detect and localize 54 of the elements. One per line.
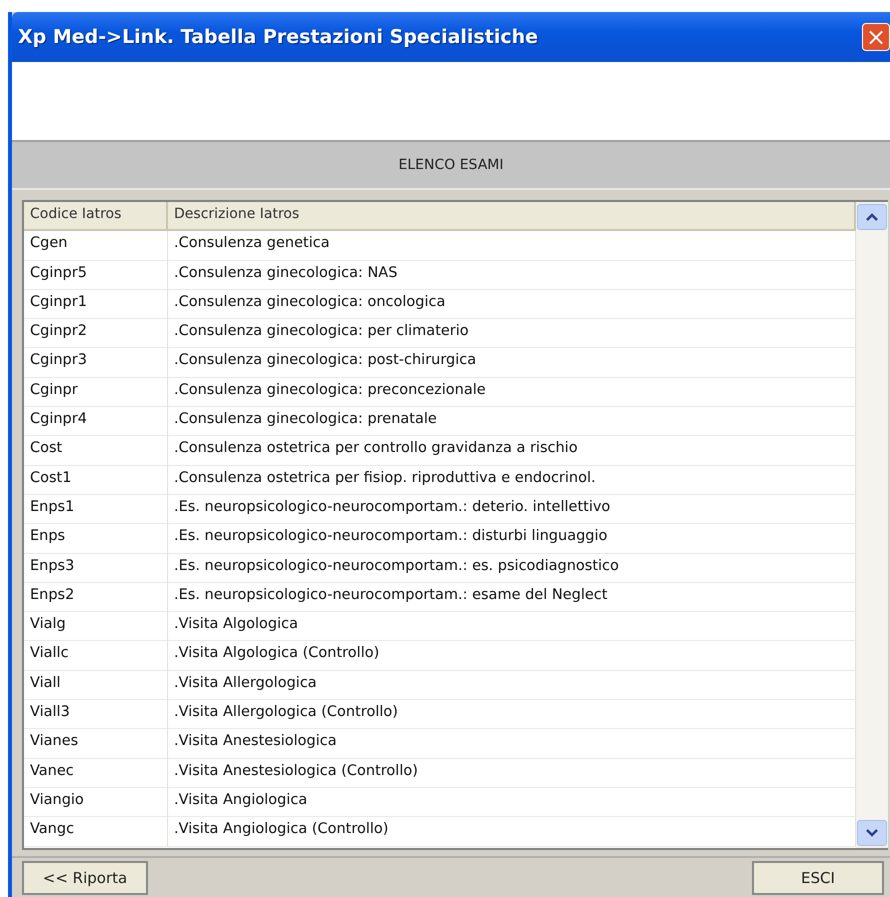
table-cell: Viallc [24, 641, 168, 671]
table-cell: .Consulenza ginecologica: oncologica [168, 290, 856, 320]
table-cell: Enps2 [24, 582, 168, 612]
table-cell: Viangio [24, 788, 168, 818]
table-cell: Viall3 [24, 700, 168, 730]
table-cell: .Consulenza ginecologica: preconcezionale [168, 378, 856, 408]
table-cell: Vangc [24, 817, 168, 847]
table-cell: Enps1 [24, 494, 168, 524]
table-cell: .Consulenza ostetrica per fisiop. riproduttiva e endocrinol. [168, 466, 856, 495]
table-cell: .Visita Algologica [168, 612, 856, 642]
table-cell: .Visita Angiologica (Controllo) [168, 817, 856, 847]
table-cell: .Consulenza genetica [168, 231, 856, 261]
table-cell: .Consulenza ginecologica: NAS [168, 260, 856, 290]
table-cell: Cginpr3 [24, 348, 168, 378]
table-cell: Viall [24, 670, 168, 700]
table-cell: Cginpr [24, 378, 168, 408]
caret-up-icon [866, 213, 878, 221]
table-cell: Vanec [24, 758, 168, 788]
column-header[interactable]: Codice Iatros [24, 202, 168, 232]
table-cell: Cost1 [24, 466, 168, 495]
table-cell: .Visita Allergologica [168, 670, 856, 700]
table-cell: .Es. neuropsicologico-neurocomportam.: es. psicodiagnostico [168, 554, 856, 583]
table-cell: .Visita Algologica (Controllo) [168, 641, 856, 671]
section-title: ELENCO ESAMI [398, 157, 504, 173]
scroll-up-button[interactable] [857, 204, 887, 230]
table-cell: .Visita Angiologica [168, 788, 856, 818]
table-cell: Cginpr2 [24, 319, 168, 348]
table-cell: .Visita Anestesiologica (Controllo) [168, 758, 856, 788]
table-cell: .Consulenza ginecologica: prenatale [168, 407, 856, 436]
table-cell: .Consulenza ostetrica per controllo gravidanza a rischio [168, 436, 856, 466]
exit-button[interactable]: ESCI [752, 860, 884, 894]
table-cell: .Es. neuropsicologico-neurocomportam.: deterio. intellettivo [168, 494, 856, 524]
table-cell: .Visita Allergologica (Controllo) [168, 700, 856, 730]
riporta-button[interactable]: << Riporta [22, 860, 148, 894]
table-cell: Cginpr4 [24, 407, 168, 436]
table-cell: Vianes [24, 729, 168, 759]
caret-down-icon [866, 829, 878, 837]
table-cell: .Consulenza ginecologica: post-chirurgica [168, 348, 856, 378]
column-header[interactable]: Descrizione Iatros [168, 202, 856, 232]
table-cell: .Visita Anestesiologica [168, 729, 856, 759]
table-cell: Cgen [24, 231, 168, 261]
table-cell: Cginpr5 [24, 260, 168, 290]
table-cell: .Es. neuropsicologico-neurocomportam.: disturbi linguaggio [168, 524, 856, 554]
table-cell: Vialg [24, 612, 168, 642]
table-cell: Cost [24, 436, 168, 466]
close-button[interactable]: × [862, 23, 890, 51]
table-cell: Cginpr1 [24, 290, 168, 320]
table-cell: .Es. neuropsicologico-neurocomportam.: esame del Neglect [168, 582, 856, 612]
table-cell: .Consulenza ginecologica: per climaterio [168, 319, 856, 348]
scroll-down-button[interactable] [857, 820, 887, 846]
table-cell: Enps [24, 524, 168, 554]
window-title: Xp Med->Link. Tabella Prestazioni Specialistiche [18, 26, 538, 48]
table-cell: Enps3 [24, 554, 168, 583]
scrollbar[interactable] [856, 202, 888, 848]
